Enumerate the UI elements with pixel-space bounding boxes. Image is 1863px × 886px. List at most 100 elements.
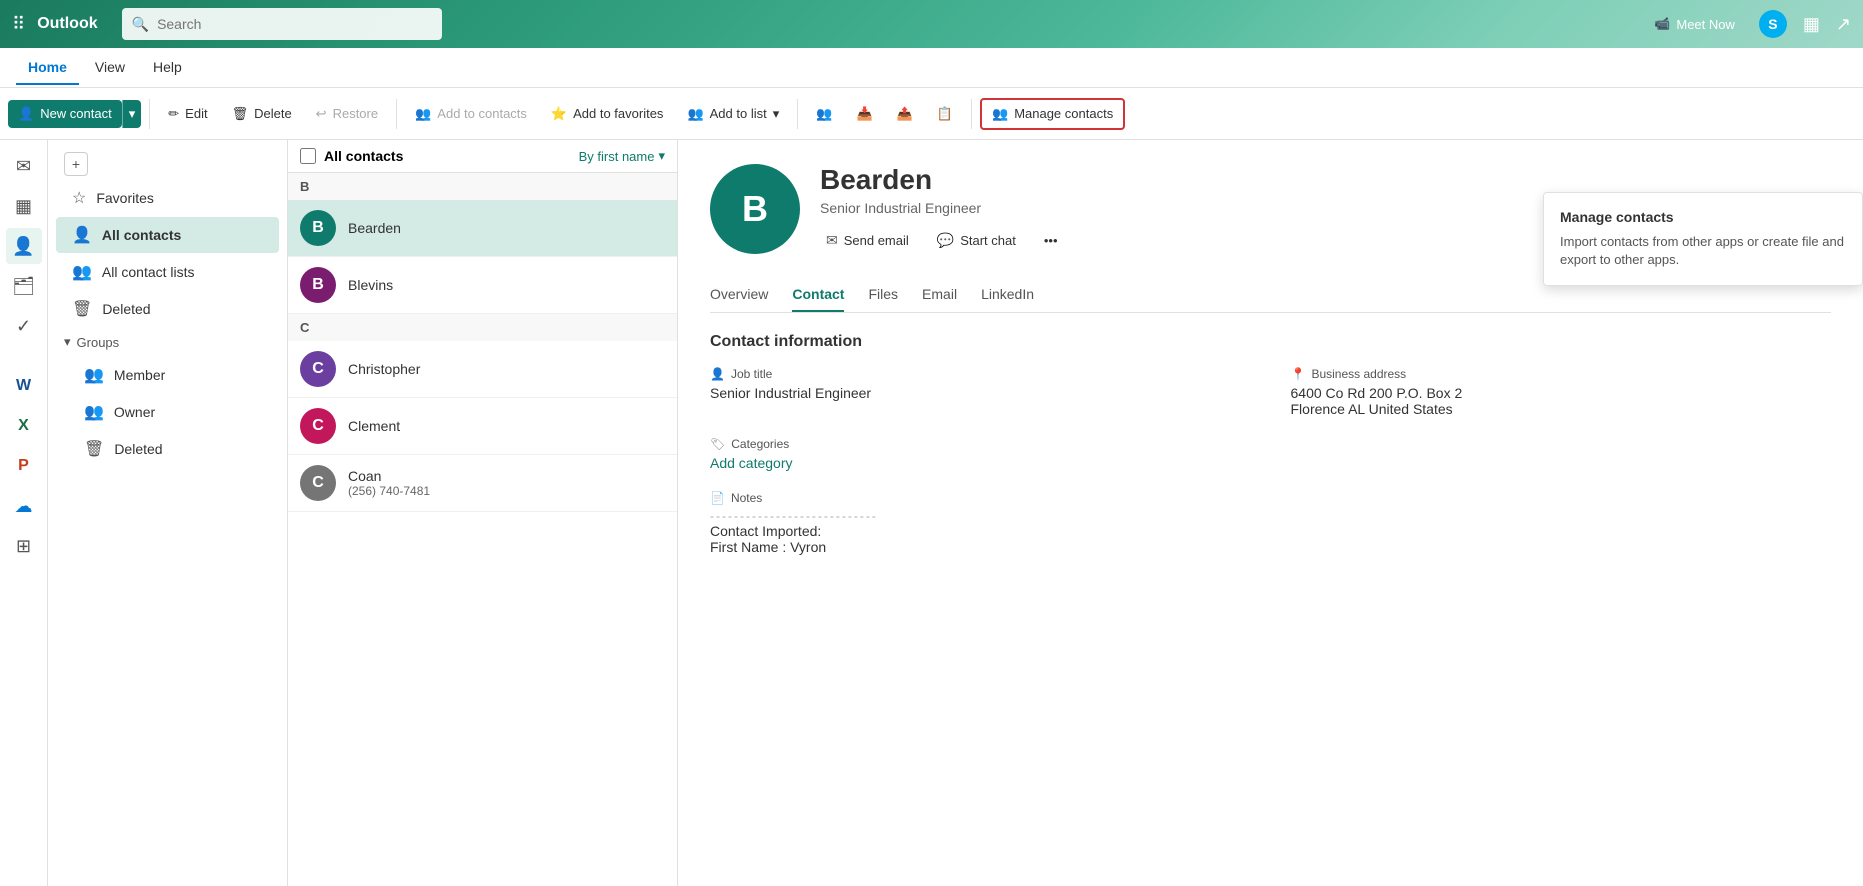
app-title: Outlook: [37, 15, 97, 33]
contact-list-scroll[interactable]: B B Bearden B Blevins C C Christopher: [288, 173, 677, 886]
sidebar-item-mail[interactable]: ✉: [6, 148, 42, 184]
deleted-nav-icon: 🗑: [72, 299, 92, 319]
nav-item-view[interactable]: View: [83, 51, 137, 85]
job-title-label: 👤 Job title: [710, 367, 1251, 381]
transfer-icon: 👥: [816, 106, 832, 122]
toolbar: 👤 New contact ▾ ✏ Edit 🗑 Delete ↩ Restor…: [0, 88, 1863, 140]
group-label-b: B: [288, 173, 677, 200]
new-contact-icon: 👤: [18, 106, 34, 122]
contacts-title: All contacts: [324, 148, 403, 164]
sidebar-item-groups-deleted[interactable]: 🗑 Deleted: [56, 431, 279, 467]
contact-info-coan: Coan (256) 740-7481: [348, 468, 430, 498]
sidebar-item-powerpoint[interactable]: P: [6, 448, 42, 484]
avatar-blevins: B: [300, 267, 336, 303]
tab-linkedin[interactable]: LinkedIn: [981, 278, 1034, 312]
favorites-nav-icon: ☆: [72, 188, 86, 208]
groups-section-header[interactable]: ▾ Groups: [48, 328, 287, 356]
notes-line2: First Name : Vyron: [710, 539, 1831, 555]
skype-icon[interactable]: S: [1759, 10, 1787, 38]
contact-full-name: Bearden: [820, 164, 1064, 196]
nav-item-help[interactable]: Help: [141, 51, 194, 85]
share-icon[interactable]: ↗: [1836, 14, 1851, 35]
contact-item-coan[interactable]: C Coan (256) 740-7481: [288, 455, 677, 512]
dropdown-description: Import contacts from other apps or creat…: [1560, 233, 1846, 269]
restore-button[interactable]: ↩ Restore: [306, 100, 388, 128]
sort-button[interactable]: By first name ▾: [579, 148, 665, 164]
sidebar-item-tasks[interactable]: 🗂: [6, 268, 42, 304]
search-input[interactable]: [157, 16, 432, 32]
more-icon: •••: [1044, 233, 1058, 248]
add-contacts-icon: 👥: [415, 106, 431, 122]
delete-button[interactable]: 🗑 Delete: [222, 100, 302, 128]
list-icon: 👥: [687, 106, 703, 122]
toolbar-icon-btn-3[interactable]: 📤: [887, 100, 923, 128]
contact-name-blevins: Blevins: [348, 277, 393, 293]
toolbar-icon-btn-2[interactable]: 📥: [846, 100, 882, 128]
new-contact-dropdown-button[interactable]: ▾: [122, 100, 142, 128]
tab-files[interactable]: Files: [868, 278, 898, 312]
sidebar-item-member[interactable]: 👥 Member: [56, 357, 279, 393]
job-title-value: Senior Industrial Engineer: [710, 385, 1251, 401]
add-to-list-button[interactable]: 👥 Add to list ▾: [677, 100, 789, 128]
contact-item-blevins[interactable]: B Blevins: [288, 257, 677, 314]
manage-contacts-button[interactable]: 👥 Manage contacts: [980, 98, 1125, 130]
contact-detail-panel: B Bearden Senior Industrial Engineer ✉ S…: [678, 140, 1863, 886]
export-icon: 📤: [897, 106, 913, 122]
send-email-btn[interactable]: ✉ Send email: [820, 228, 915, 253]
waffle-icon[interactable]: ⠿: [12, 14, 25, 35]
sidebar-item-calendar[interactable]: ▦: [6, 188, 42, 224]
location-icon: 📍: [1291, 367, 1306, 381]
business-address-label: 📍 Business address: [1291, 367, 1832, 381]
info-row-notes: 📄 Notes ---------------------------- Con…: [710, 491, 1831, 555]
meet-now-btn[interactable]: 📹 Meet Now: [1646, 12, 1743, 36]
sidebar-item-apps[interactable]: ⊞: [6, 528, 42, 564]
add-to-contacts-button[interactable]: 👥 Add to contacts: [405, 100, 537, 128]
dropdown-title: Manage contacts: [1560, 209, 1846, 225]
business-address-value: 6400 Co Rd 200 P.O. Box 2: [1291, 385, 1832, 401]
select-all-checkbox[interactable]: [300, 148, 316, 164]
sidebar-item-checkmark[interactable]: ✓: [6, 308, 42, 344]
toolbar-icon-btn-1[interactable]: 👥: [806, 100, 842, 128]
tab-contact[interactable]: Contact: [792, 278, 844, 312]
excel-top-icon[interactable]: ▦: [1803, 14, 1820, 35]
sidebar-item-excel[interactable]: X: [6, 408, 42, 444]
contact-item-clement[interactable]: C Clement: [288, 398, 677, 455]
nav-item-home[interactable]: Home: [16, 51, 79, 85]
top-bar: ⠿ Outlook 🔍 📹 Meet Now S ▦ ↗: [0, 0, 1863, 48]
chat-action-icon: 💬: [937, 232, 954, 249]
groups-chevron-icon: ▾: [64, 334, 71, 350]
sidebar-item-word[interactable]: W: [6, 368, 42, 404]
person-icon: 👤: [710, 367, 725, 381]
contact-info-title: Contact information: [710, 333, 1831, 351]
sidebar-item-people[interactable]: 👤: [6, 228, 42, 264]
all-contacts-icon: 👤: [72, 225, 92, 245]
sidebar-item-all-lists[interactable]: 👥 All contact lists: [56, 254, 279, 290]
sidebar-item-owner[interactable]: 👥 Owner: [56, 394, 279, 430]
contact-item-bearden[interactable]: B Bearden: [288, 200, 677, 257]
edit-icon: ✏: [168, 106, 179, 122]
sidebar-item-onedrive[interactable]: ☁: [6, 488, 42, 524]
edit-button[interactable]: ✏ Edit: [158, 100, 217, 128]
start-chat-btn[interactable]: 💬 Start chat: [931, 228, 1022, 253]
search-icon: 🔍: [132, 16, 149, 33]
sidebar-item-deleted[interactable]: 🗑 Deleted: [56, 291, 279, 327]
contact-lists-icon: 👥: [72, 262, 92, 282]
avatar-clement: C: [300, 408, 336, 444]
tab-overview[interactable]: Overview: [710, 278, 768, 312]
import-icon: 📥: [856, 106, 872, 122]
add-to-favorites-button[interactable]: ⭐ Add to favorites: [541, 100, 674, 128]
notes-line1: Contact Imported:: [710, 523, 1831, 539]
contact-header-info: Bearden Senior Industrial Engineer ✉ Sen…: [820, 164, 1064, 253]
more-actions-btn[interactable]: •••: [1038, 229, 1064, 252]
move-icon: 📋: [937, 106, 953, 122]
add-panel-button[interactable]: +: [64, 152, 88, 176]
sidebar-item-all-contacts[interactable]: 👤 All contacts: [56, 217, 279, 253]
avatar-coan: C: [300, 465, 336, 501]
tab-email[interactable]: Email: [922, 278, 957, 312]
toolbar-icon-btn-4[interactable]: 📋: [927, 100, 963, 128]
contact-item-christopher[interactable]: C Christopher: [288, 341, 677, 398]
notes-icon: 📄: [710, 491, 725, 505]
new-contact-button[interactable]: 👤 New contact: [8, 100, 122, 128]
add-category-button[interactable]: Add category: [710, 455, 1831, 471]
sidebar-item-favorites[interactable]: ☆ Favorites: [56, 180, 279, 216]
